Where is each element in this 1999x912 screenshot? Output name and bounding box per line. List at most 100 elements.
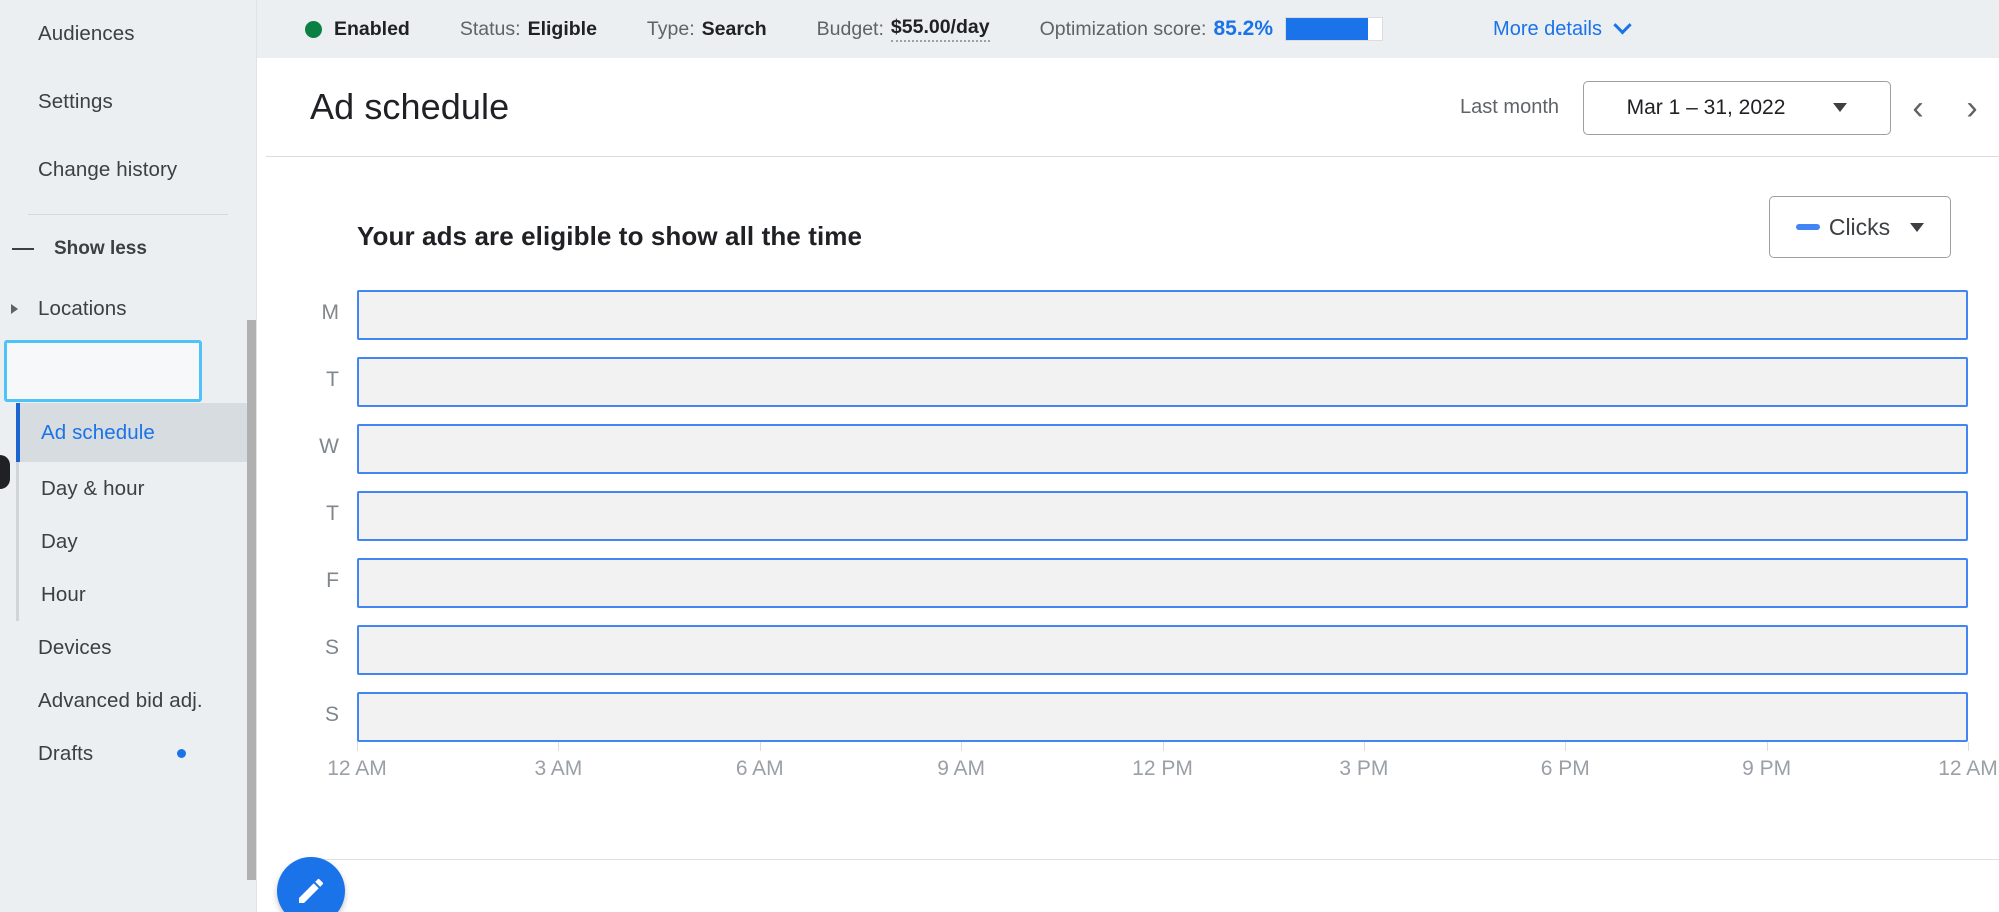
sidebar-item-day-and-hour[interactable]: Day & hour — [19, 462, 256, 515]
more-details-label: More details — [1493, 17, 1602, 40]
ad-schedule-chart-card: Your ads are eligible to show all the ti… — [266, 158, 1999, 886]
page-title: Ad schedule — [310, 86, 510, 127]
sidebar-item-locations[interactable]: Locations — [0, 277, 256, 341]
day-label: S — [324, 636, 339, 659]
schedule-bar[interactable] — [357, 625, 1968, 675]
day-label: F — [326, 569, 339, 592]
day-label: M — [321, 301, 340, 324]
sidebar-item-settings[interactable]: Settings — [0, 68, 256, 136]
sidebar-item-advanced-bid-adj[interactable]: Advanced bid adj. — [0, 674, 256, 727]
date-range-controls: Last month Mar 1 – 31, 2022 ‹ › — [1460, 58, 1999, 157]
pencil-icon — [299, 878, 324, 903]
x-axis-tick — [961, 742, 963, 751]
sidebar-item-label: Day & hour — [41, 476, 145, 500]
sidebar-item-label: Audiences — [38, 22, 135, 45]
page-header: Ad schedule Last month Mar 1 – 31, 2022 … — [266, 58, 1999, 157]
sidebar-item-label: Hour — [41, 582, 86, 606]
schedule-bar[interactable] — [357, 491, 1968, 541]
sidebar-edge-divider — [256, 0, 257, 912]
x-axis-label: 12 AM — [1938, 757, 1998, 780]
date-range-preset-label: Last month — [1460, 96, 1559, 118]
optimization-score-label: Optimization score: — [1039, 17, 1207, 40]
status-dot-icon — [305, 20, 322, 38]
sidebar-item-change-history[interactable]: Change history — [0, 136, 256, 204]
sidebar-item-label: Locations — [38, 297, 127, 320]
schedule-bar[interactable] — [357, 692, 1968, 742]
x-axis-label: 12 AM — [327, 757, 387, 780]
x-axis-tick — [558, 742, 560, 751]
sidebar-item-day[interactable]: Day — [19, 515, 256, 568]
x-axis-label: 9 AM — [937, 757, 986, 780]
x-axis-label: 9 PM — [1742, 757, 1792, 780]
sidebar-item-label: Ad schedule — [41, 420, 155, 444]
x-axis-tick — [1766, 742, 1768, 751]
sidebar-item-devices[interactable]: Devices — [0, 621, 256, 674]
focus-outline — [4, 340, 202, 402]
x-axis-label: 6 AM — [735, 757, 784, 780]
optimization-score-fill — [1286, 18, 1368, 40]
optimization-score-value: 85.2% — [1213, 17, 1274, 40]
status-field: Status: Eligible — [460, 18, 597, 41]
sidebar-item-label: Devices — [38, 635, 112, 659]
active-indicator — [16, 403, 20, 462]
optimization-score-field: Optimization score: 85.2% — [1039, 17, 1384, 41]
status-field-label: Status: — [459, 17, 521, 40]
sidebar-subnav: Ad schedule Day & hour Day Hour — [16, 403, 256, 621]
chevron-down-icon — [1613, 15, 1632, 34]
drafts-notification-dot — [177, 749, 186, 758]
previous-period-button[interactable]: ‹ — [1891, 81, 1945, 135]
sidebar-item-ad-schedule[interactable]: Ad schedule — [16, 403, 256, 462]
sidebar-item-label: Settings — [38, 90, 113, 113]
schedule-bar[interactable] — [357, 290, 1968, 340]
day-label: W — [319, 435, 339, 458]
sidebar-item-label: Day — [41, 529, 78, 553]
sidebar-item-label: Drafts — [38, 741, 94, 765]
day-label: T — [326, 368, 339, 391]
chevron-left-icon: ‹ — [1912, 88, 1924, 127]
schedule-bar[interactable] — [357, 424, 1968, 474]
sidebar-item-drafts[interactable]: Drafts — [0, 727, 256, 780]
x-axis-tick — [1162, 742, 1164, 751]
date-range-picker[interactable]: Mar 1 – 31, 2022 — [1583, 80, 1891, 135]
card-bottom-divider — [314, 859, 1999, 860]
type-field-label: Type: — [646, 17, 695, 40]
x-axis-tick — [1565, 742, 1567, 751]
sidebar-item-label: Advanced bid adj. — [38, 688, 203, 712]
schedule-bar[interactable] — [357, 558, 1968, 608]
type-field-value: Search — [701, 17, 767, 40]
date-range-value: Mar 1 – 31, 2022 — [1626, 95, 1786, 119]
enabled-label: Enabled — [334, 17, 410, 40]
chevron-right-icon — [11, 304, 18, 314]
day-label: T — [326, 502, 339, 525]
optimization-score-progressbar — [1285, 17, 1384, 41]
show-less-button[interactable]: Show less — [0, 221, 256, 277]
next-period-button[interactable]: › — [1945, 81, 1999, 135]
schedule-bar[interactable] — [357, 357, 1968, 407]
x-axis-label: 3 PM — [1339, 757, 1389, 780]
drawer-handle[interactable] — [0, 455, 10, 489]
status-field-value: Eligible — [527, 17, 597, 40]
more-details-button[interactable]: More details — [1493, 15, 1632, 41]
sidebar-scrollbar[interactable] — [247, 320, 256, 880]
show-less-label: Show less — [54, 238, 147, 259]
sidebar-item-hour[interactable]: Hour — [19, 568, 256, 621]
status-badge[interactable]: Enabled — [305, 18, 410, 41]
left-sidebar: Audiences Settings Change history Show l… — [0, 0, 256, 912]
x-axis-label: 12 PM — [1132, 757, 1193, 780]
sidebar-item-label: Change history — [38, 158, 178, 181]
x-axis-tick — [357, 742, 358, 751]
budget-field[interactable]: Budget: $55.00/day — [817, 16, 990, 42]
x-axis-tick — [759, 742, 761, 751]
x-axis-tick — [1363, 742, 1365, 751]
budget-field-value[interactable]: $55.00/day — [890, 16, 990, 42]
sidebar-divider — [28, 214, 228, 215]
chevron-right-icon: › — [1966, 88, 1978, 127]
minus-icon — [12, 248, 34, 250]
chevron-down-icon — [1833, 103, 1848, 112]
schedule-plot: M T W T F S S 12 AM 3 AM 6 AM 9 AM 12 PM 3 PM 6 PM 9 P… — [266, 158, 1999, 886]
sidebar-item-audiences[interactable]: Audiences — [0, 0, 256, 68]
day-label: S — [324, 703, 339, 726]
campaign-status-bar: Enabled Status: Eligible Type: Search Bu… — [257, 0, 1999, 58]
type-field: Type: Search — [647, 18, 767, 41]
budget-field-label: Budget: — [816, 17, 884, 40]
